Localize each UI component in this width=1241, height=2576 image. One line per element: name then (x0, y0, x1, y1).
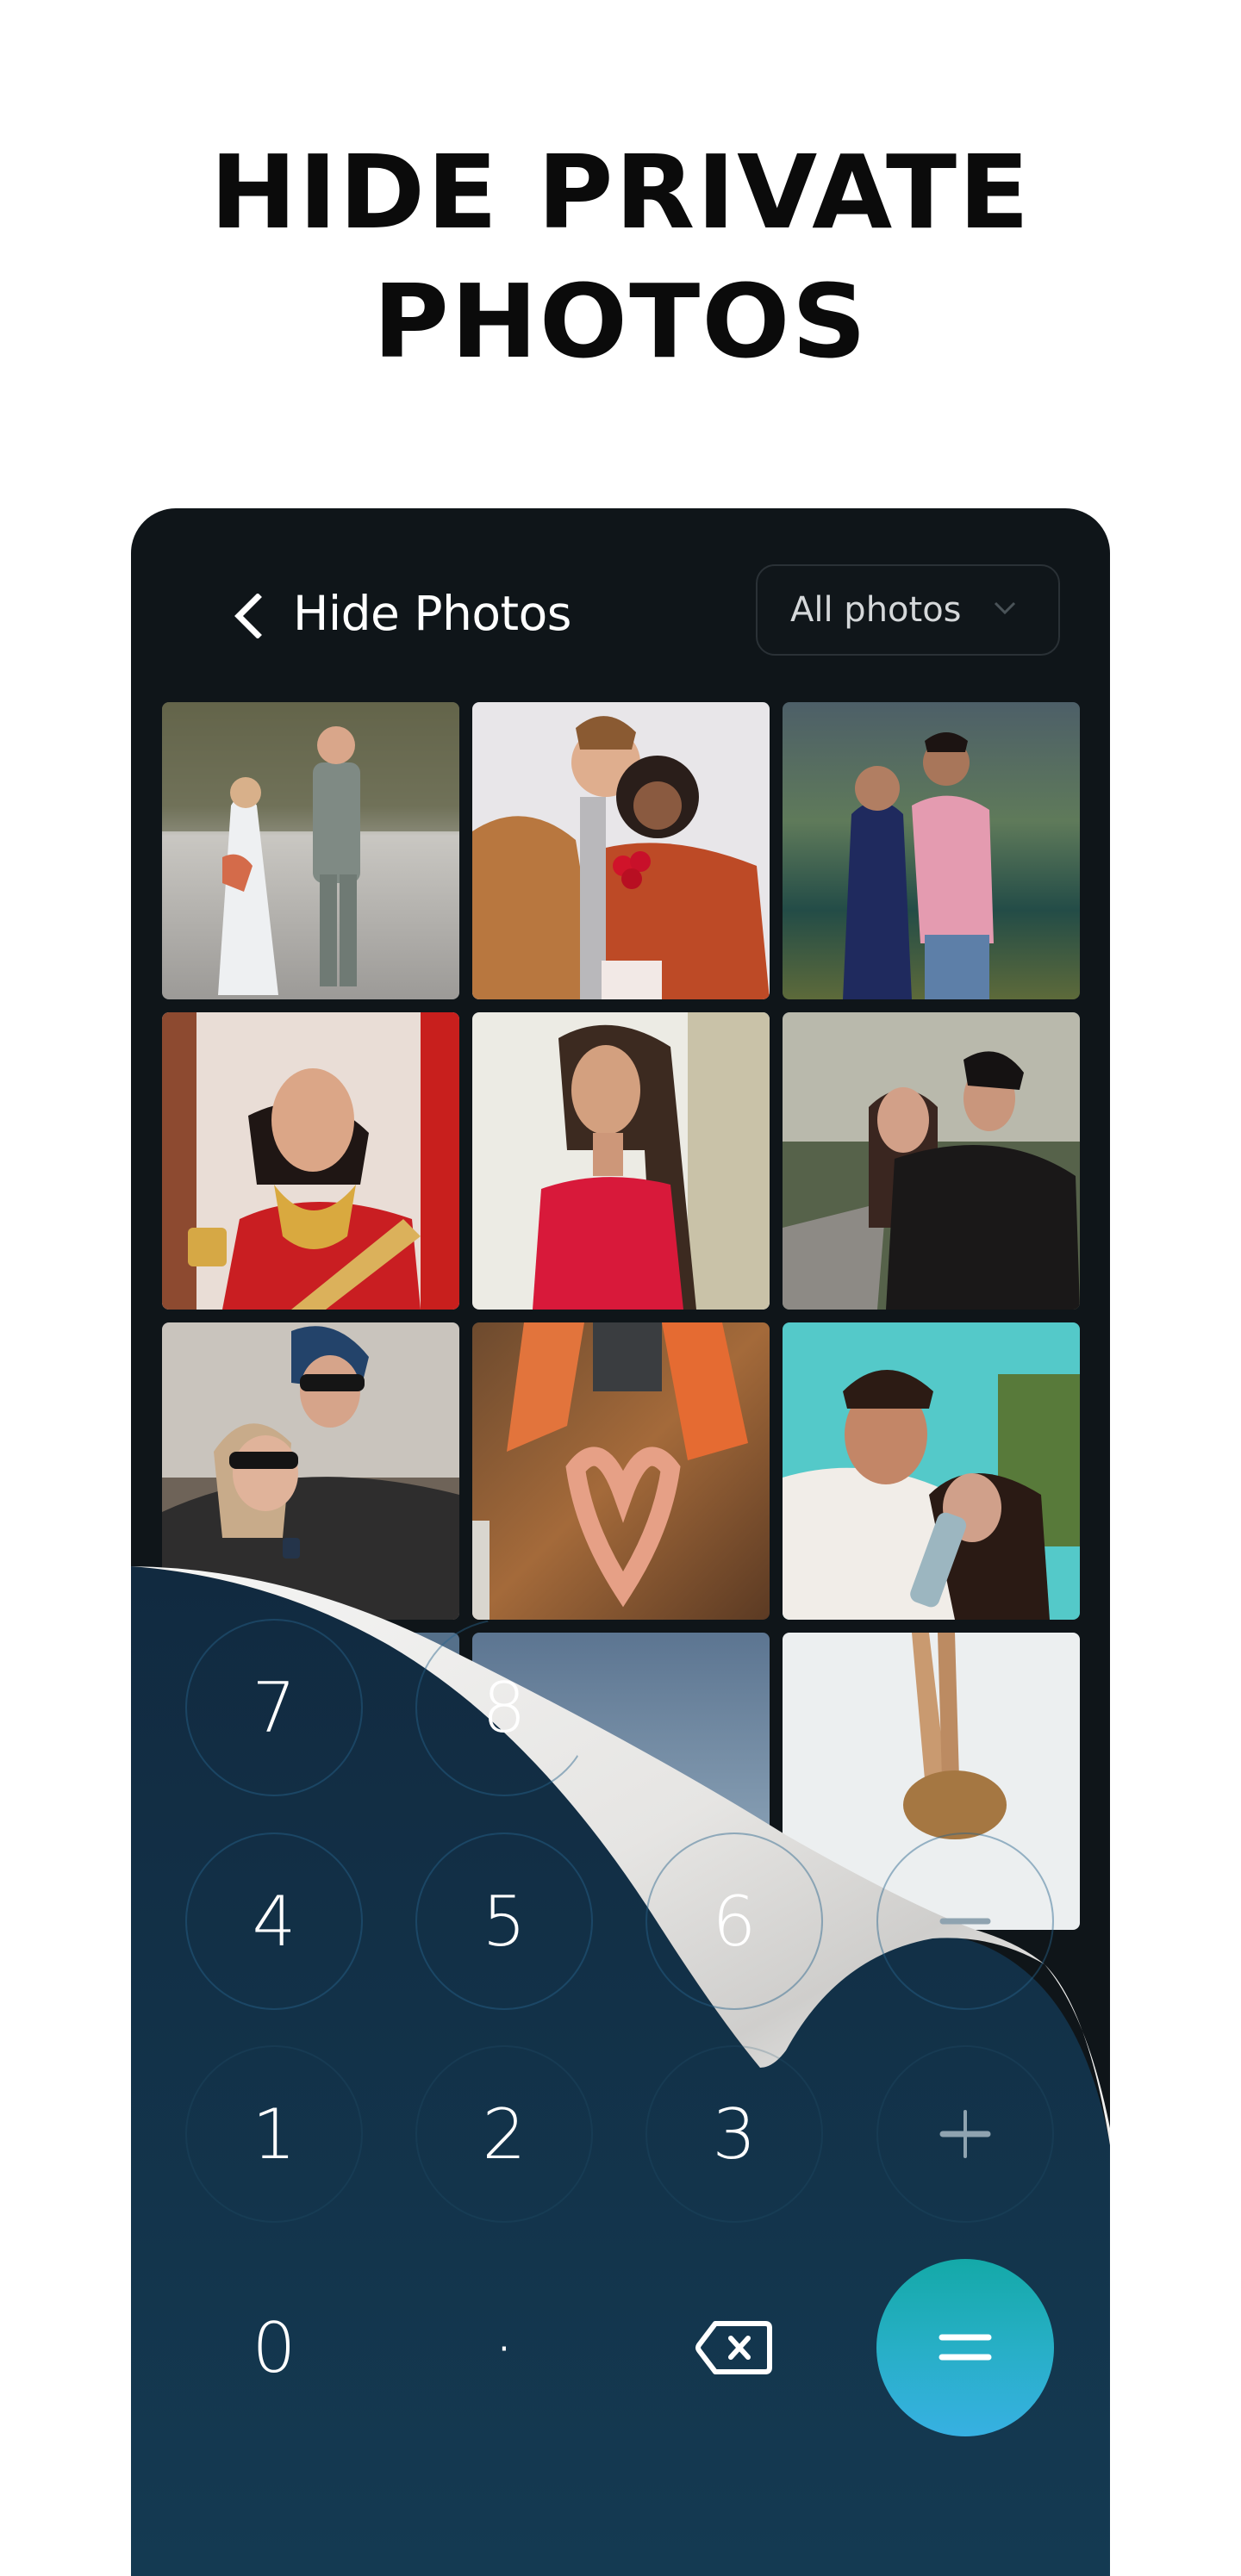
key-6[interactable]: 6 (645, 1832, 823, 2010)
key-minus[interactable] (876, 1832, 1054, 2010)
photo-thumbnail[interactable] (472, 1322, 770, 1620)
key-label: · (493, 2307, 515, 2388)
photo-thumbnail[interactable] (783, 702, 1080, 999)
backspace-icon (695, 2321, 772, 2374)
photo-filter-dropdown[interactable]: All photos (756, 564, 1060, 656)
phone-screen: Hide Photos All photos 7 8 4 5 6 1 2 3 0… (131, 508, 1110, 2576)
chevron-down-icon (994, 601, 1016, 615)
key-label: 8 (482, 1667, 527, 1748)
key-1[interactable]: 1 (185, 2045, 363, 2223)
key-7[interactable]: 7 (185, 1619, 363, 1796)
key-plus[interactable] (876, 2045, 1054, 2223)
key-label: 1 (252, 2094, 296, 2175)
key-decimal[interactable]: · (415, 2259, 593, 2436)
key-backspace[interactable] (645, 2259, 823, 2436)
dropdown-selected-value: All photos (790, 590, 962, 630)
key-label: 7 (252, 1667, 296, 1748)
key-label: 3 (712, 2094, 757, 2175)
key-label: 5 (482, 1881, 527, 1962)
back-button[interactable] (224, 586, 272, 646)
photo-thumbnail[interactable] (783, 1322, 1080, 1620)
photo-thumbnail[interactable] (472, 702, 770, 999)
photo-thumbnail[interactable] (162, 1012, 459, 1310)
photo-thumbnail[interactable] (162, 1322, 459, 1620)
plus-icon (939, 2110, 991, 2158)
key-label: 6 (712, 1881, 757, 1962)
key-label: 0 (252, 2307, 296, 2388)
photo-thumbnail[interactable] (472, 1012, 770, 1310)
key-label: 2 (482, 2094, 527, 2175)
minus-icon (939, 1918, 991, 1925)
headline-line-1: HIDE PRIVATE (209, 133, 1032, 252)
key-3[interactable]: 3 (645, 2045, 823, 2223)
photo-thumbnail[interactable] (783, 1012, 1080, 1310)
page-title: Hide Photos (293, 586, 571, 641)
equals-icon (939, 2334, 992, 2361)
photo-thumbnail[interactable] (162, 702, 459, 999)
key-0[interactable]: 0 (185, 2259, 363, 2436)
headline-line-2: PHOTOS (372, 262, 869, 381)
key-2[interactable]: 2 (415, 2045, 593, 2223)
key-label: 4 (252, 1881, 296, 1962)
key-5[interactable]: 5 (415, 1832, 593, 2010)
key-4[interactable]: 4 (185, 1832, 363, 2010)
chevron-left-icon (234, 594, 262, 638)
headline: HIDE PRIVATE PHOTOS (0, 128, 1241, 386)
key-equals[interactable] (876, 2259, 1054, 2436)
